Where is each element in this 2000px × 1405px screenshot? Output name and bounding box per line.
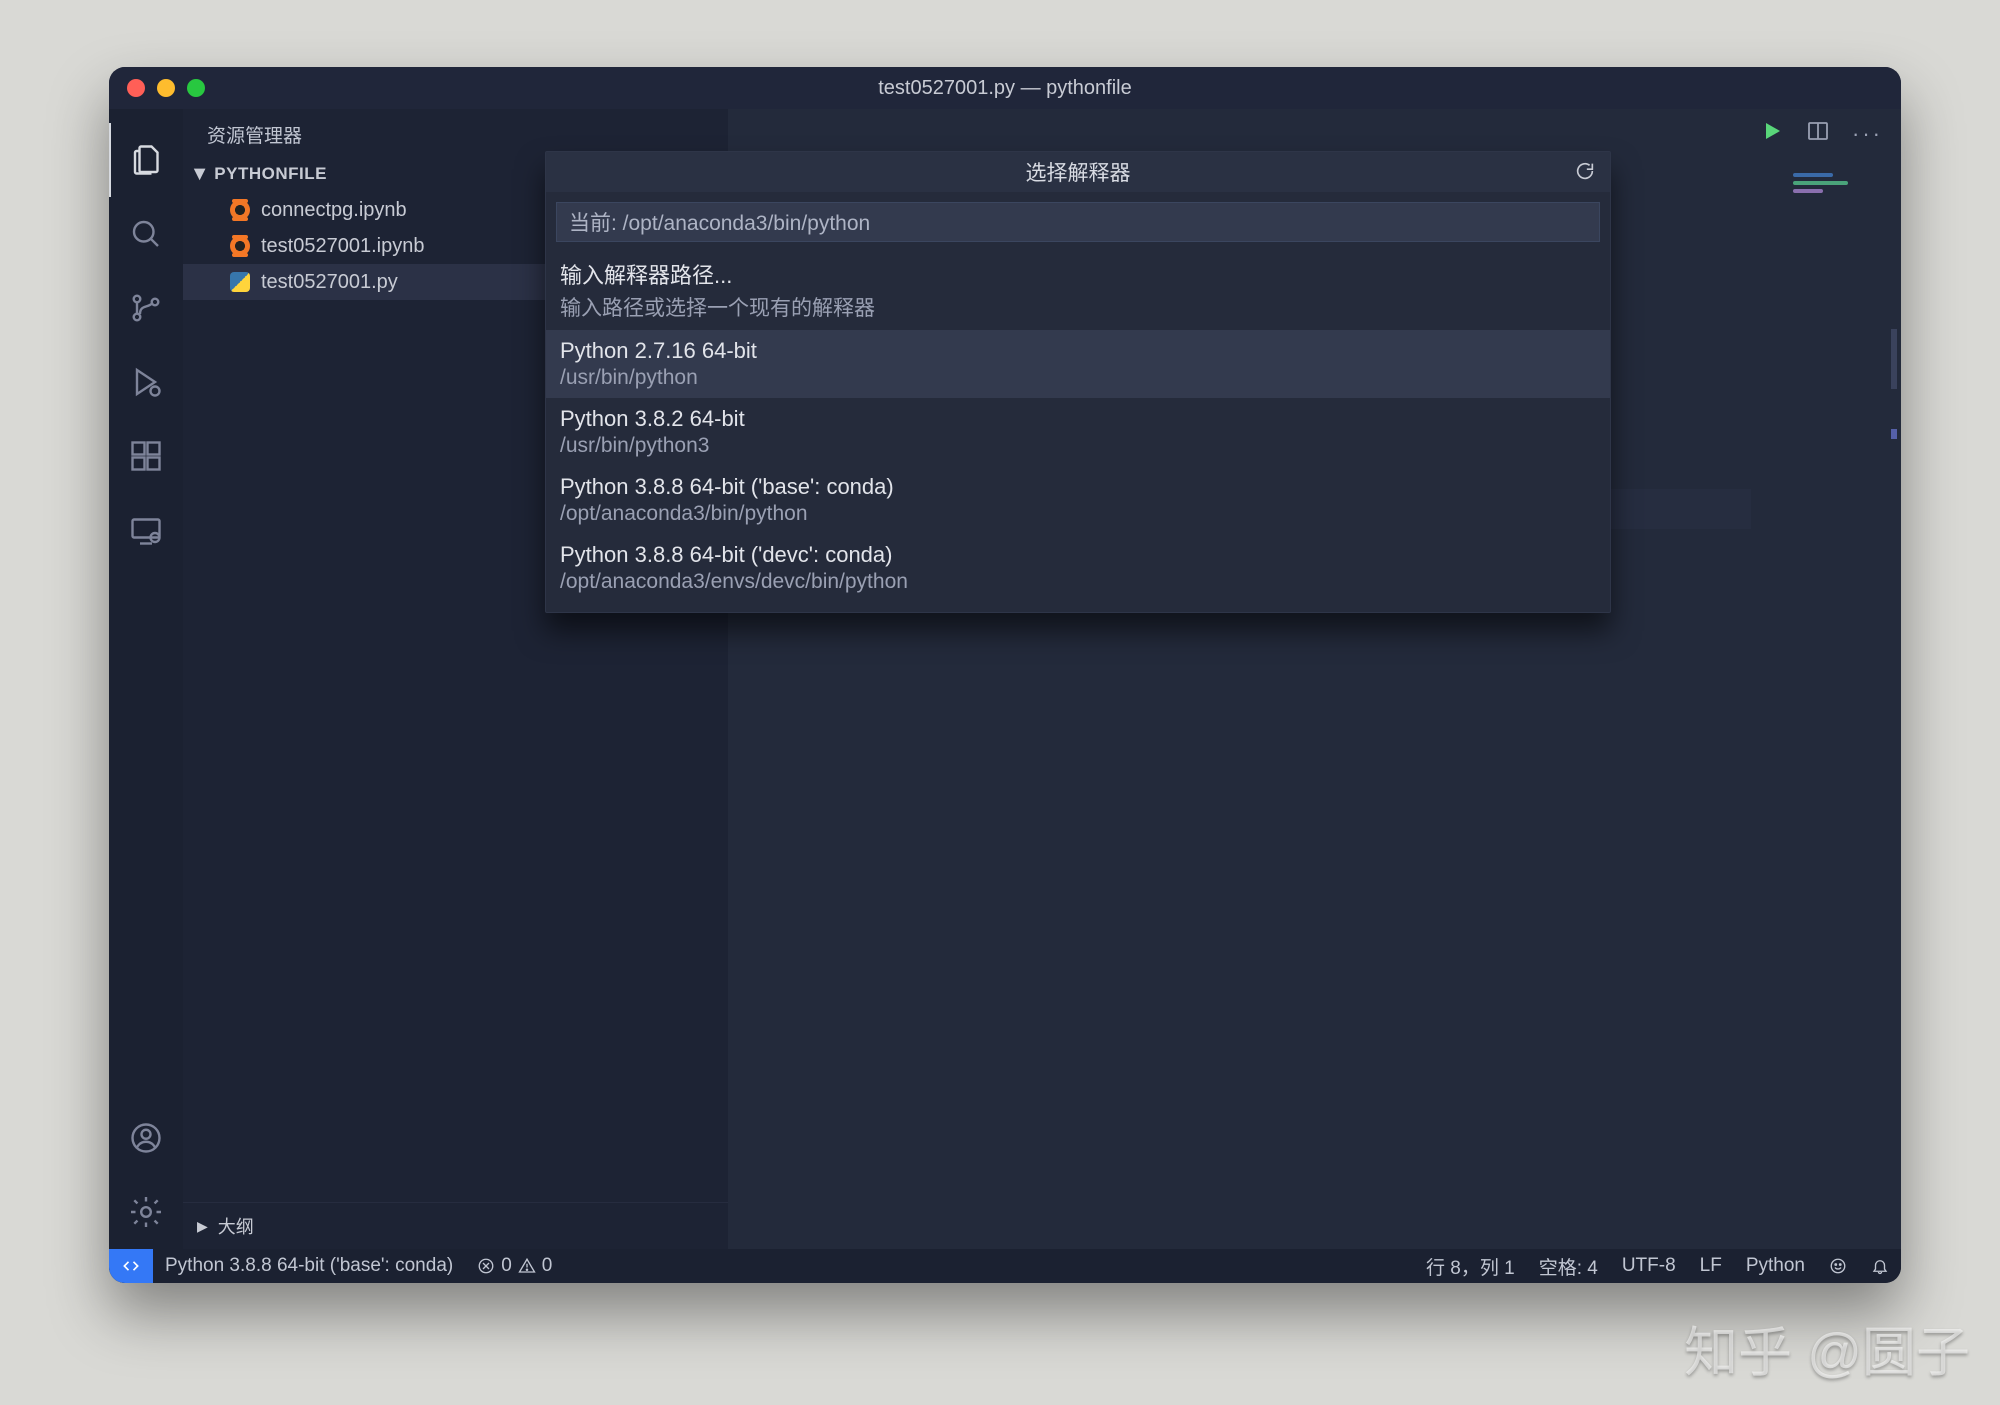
status-language-mode[interactable]: Python [1734,1255,1817,1277]
feedback-icon [1829,1257,1847,1275]
source-control-tab[interactable] [109,271,183,345]
interpreter-option[interactable]: Python 3.8.8 64-bit ('devc': conda) /opt… [546,534,1610,602]
status-interpreter-label: Python 3.8.8 64-bit ('base': conda) [165,1255,453,1277]
option-subtitle: 输入路径或选择一个现有的解释器 [560,292,1596,322]
close-window-button[interactable] [127,79,145,97]
minimap-marker [1891,429,1897,439]
status-indentation[interactable]: 空格: 4 [1527,1253,1610,1280]
minimap[interactable] [1787,169,1897,469]
status-encoding[interactable]: UTF-8 [1610,1255,1688,1277]
window-controls [127,79,205,97]
refresh-interpreters-button[interactable] [1574,160,1596,188]
extensions-icon [128,438,164,474]
status-language-label: Python [1746,1255,1805,1277]
option-subtitle: /opt/anaconda3/envs/devc/bin/python [560,570,1596,594]
quickpick-title-bar: 选择解释器 [546,152,1610,192]
status-warning-count: 0 [542,1255,553,1277]
minimize-window-button[interactable] [157,79,175,97]
status-notifications[interactable] [1859,1257,1901,1275]
option-subtitle: /usr/bin/python [560,366,1596,390]
status-cursor-position[interactable]: 行 8，列 1 [1414,1253,1527,1280]
remote-explorer-tab[interactable] [109,493,183,567]
option-title: 输入解释器路径... [560,258,1596,290]
outline-section-header[interactable]: ▶ 大纲 [183,1202,728,1249]
remote-icon [128,512,164,548]
status-encoding-label: UTF-8 [1622,1255,1676,1277]
file-name: connectpg.ipynb [261,199,407,222]
option-title: Python 3.8.8 64-bit ('base': conda) [560,474,1596,500]
play-icon [1760,119,1784,143]
window-title: test0527001.py — pythonfile [878,77,1132,100]
editor-area: ··· 选择解释器 [728,109,1901,1249]
outline-label: 大纲 [218,1213,254,1239]
split-icon [1806,119,1830,143]
file-name: test0527001.py [261,271,398,294]
search-tab[interactable] [109,197,183,271]
watermark: 知乎 @圆子 [1684,1308,1970,1387]
chevron-right-icon: ▶ [197,1218,208,1235]
select-interpreter-panel: 选择解释器 当前: /opt/anaconda3/bin/python 输入解释… [545,151,1611,613]
files-icon [129,142,165,178]
error-icon [477,1257,495,1275]
status-eol[interactable]: LF [1688,1255,1734,1277]
gear-icon [128,1194,164,1230]
status-python-interpreter[interactable]: Python 3.8.8 64-bit ('base': conda) [153,1255,465,1277]
maximize-window-button[interactable] [187,79,205,97]
option-subtitle: /opt/anaconda3/bin/python [560,502,1596,526]
watermark-text: 知乎 @圆子 [1684,1308,1970,1387]
option-title: Python 2.7.16 64-bit [560,338,1596,364]
enter-interpreter-path-option[interactable]: 输入解释器路径... 输入路径或选择一个现有的解释器 [546,250,1610,330]
minimap-line [1793,189,1823,193]
jupyter-icon [229,199,251,221]
play-bug-icon [128,364,164,400]
jupyter-icon [229,235,251,257]
interpreter-current-value: 当前: /opt/anaconda3/bin/python [569,207,870,237]
split-editor-button[interactable] [1806,119,1830,148]
minimap-viewport [1891,329,1897,389]
chevron-down-icon: ▶ [192,168,209,179]
account-icon [128,1120,164,1156]
bell-icon [1871,1257,1889,1275]
status-feedback[interactable] [1817,1257,1859,1275]
run-debug-tab[interactable] [109,345,183,419]
remote-connect-icon [121,1256,141,1276]
warning-icon [518,1257,536,1275]
more-actions-button[interactable]: ··· [1852,121,1883,147]
file-name: test0527001.ipynb [261,235,424,258]
refresh-icon [1574,160,1596,182]
search-icon [128,216,164,252]
option-subtitle: /usr/bin/python3 [560,434,1596,458]
run-file-button[interactable] [1760,119,1784,148]
vscode-window: test0527001.py — pythonfile [109,67,1901,1283]
status-indent-label: 空格: 4 [1539,1253,1598,1280]
workspace-folder-name: PYTHONFILE [214,164,327,184]
status-error-count: 0 [501,1255,512,1277]
remote-indicator[interactable] [109,1249,153,1283]
editor-actions: ··· [1760,119,1883,148]
status-bar: Python 3.8.8 64-bit ('base': conda) 0 0 … [109,1249,1901,1283]
branch-icon [128,290,164,326]
status-eol-label: LF [1700,1255,1722,1277]
activity-bar [109,109,183,1249]
settings-button[interactable] [109,1175,183,1249]
option-title: Python 3.8.2 64-bit [560,406,1596,432]
python-icon [229,271,251,293]
extensions-tab[interactable] [109,419,183,493]
accounts-button[interactable] [109,1101,183,1175]
minimap-line [1793,173,1833,177]
option-title: Python 3.8.8 64-bit ('devc': conda) [560,542,1596,568]
explorer-tab[interactable] [109,123,183,197]
minimap-line [1793,181,1848,185]
status-problems[interactable]: 0 0 [465,1255,564,1277]
status-cursor-label: 行 8，列 1 [1426,1253,1515,1280]
interpreter-option[interactable]: Python 3.8.2 64-bit /usr/bin/python3 [546,398,1610,466]
quickpick-title: 选择解释器 [1026,157,1131,187]
interpreter-option[interactable]: Python 3.8.8 64-bit ('base': conda) /opt… [546,466,1610,534]
interpreter-search-input[interactable]: 当前: /opt/anaconda3/bin/python [556,202,1600,242]
titlebar: test0527001.py — pythonfile [109,67,1901,109]
interpreter-option[interactable]: Python 2.7.16 64-bit /usr/bin/python [546,330,1610,398]
